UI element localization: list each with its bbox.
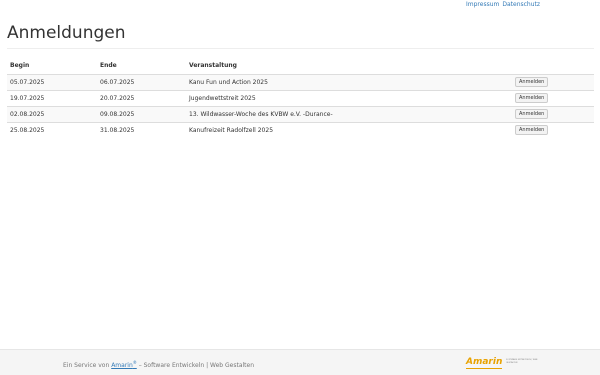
cell-end: 06.07.2025 (97, 73, 186, 90)
register-button[interactable]: Anmelden (515, 109, 549, 119)
column-header-event: Veranstaltung (186, 58, 512, 75)
cell-event: Kanufreizeit Radolfzell 2025 (186, 121, 512, 138)
register-button[interactable]: Anmelden (515, 93, 549, 103)
cell-action: Anmelden (512, 73, 594, 90)
datenschutz-link[interactable]: Datenschutz (502, 1, 540, 8)
footer: Ein Service von Amarin® – Software Entwi… (0, 349, 600, 375)
footer-credit: Ein Service von Amarin® – Software Entwi… (63, 360, 254, 369)
cell-end: 31.08.2025 (97, 121, 186, 138)
cell-event: 13. Wildwasser-Woche des KVBW e.V. -Dura… (186, 105, 512, 122)
table-row: 19.07.2025 20.07.2025 Jugendwettstreit 2… (7, 89, 594, 106)
column-header-action (512, 58, 594, 75)
table-row: 25.08.2025 31.08.2025 Kanufreizeit Radol… (7, 121, 594, 138)
cell-begin: 02.08.2025 (7, 105, 97, 122)
amarin-link-label: Amarin (111, 362, 133, 369)
logo-underline (466, 368, 502, 369)
cell-begin: 25.08.2025 (7, 121, 97, 138)
impressum-link[interactable]: Impressum (466, 1, 499, 8)
amarin-logo[interactable]: Amarin SOFTWARE ENTWICKELN | WEB GESTALT… (466, 357, 541, 371)
register-button[interactable]: Anmelden (515, 125, 549, 136)
column-header-end: Ende (97, 58, 186, 75)
title-divider (7, 48, 594, 49)
cell-begin: 05.07.2025 (7, 73, 97, 90)
cell-event: Jugendwettstreit 2025 (186, 89, 512, 106)
amarin-link[interactable]: Amarin® (111, 360, 137, 369)
cell-action: Anmelden (512, 89, 594, 106)
events-table: Begin Ende Veranstaltung 05.07.2025 06.0… (7, 58, 594, 138)
cell-end: 09.08.2025 (97, 105, 186, 122)
logo-wordmark: Amarin (466, 357, 503, 367)
table-row: 05.07.2025 06.07.2025 Kanu Fun und Actio… (7, 73, 594, 90)
registered-mark: ® (132, 360, 137, 365)
table-header-row: Begin Ende Veranstaltung (7, 58, 594, 75)
table-row: 02.08.2025 09.08.2025 13. Wildwasser-Woc… (7, 105, 594, 122)
logo-tagline: SOFTWARE ENTWICKELN | WEB GESTALTEN (506, 359, 538, 364)
footer-suffix: – Software Entwickeln | Web Gestalten (138, 362, 255, 369)
cell-action: Anmelden (512, 105, 594, 122)
register-button[interactable]: Anmelden (515, 77, 549, 87)
cell-event: Kanu Fun und Action 2025 (186, 73, 512, 90)
page-title: Anmeldungen (7, 23, 126, 43)
cell-end: 20.07.2025 (97, 89, 186, 106)
column-header-begin: Begin (7, 58, 97, 75)
cell-begin: 19.07.2025 (7, 89, 97, 106)
top-links: Impressum Datenschutz (466, 1, 543, 9)
footer-prefix: Ein Service von (63, 362, 110, 369)
cell-action: Anmelden (512, 121, 594, 138)
